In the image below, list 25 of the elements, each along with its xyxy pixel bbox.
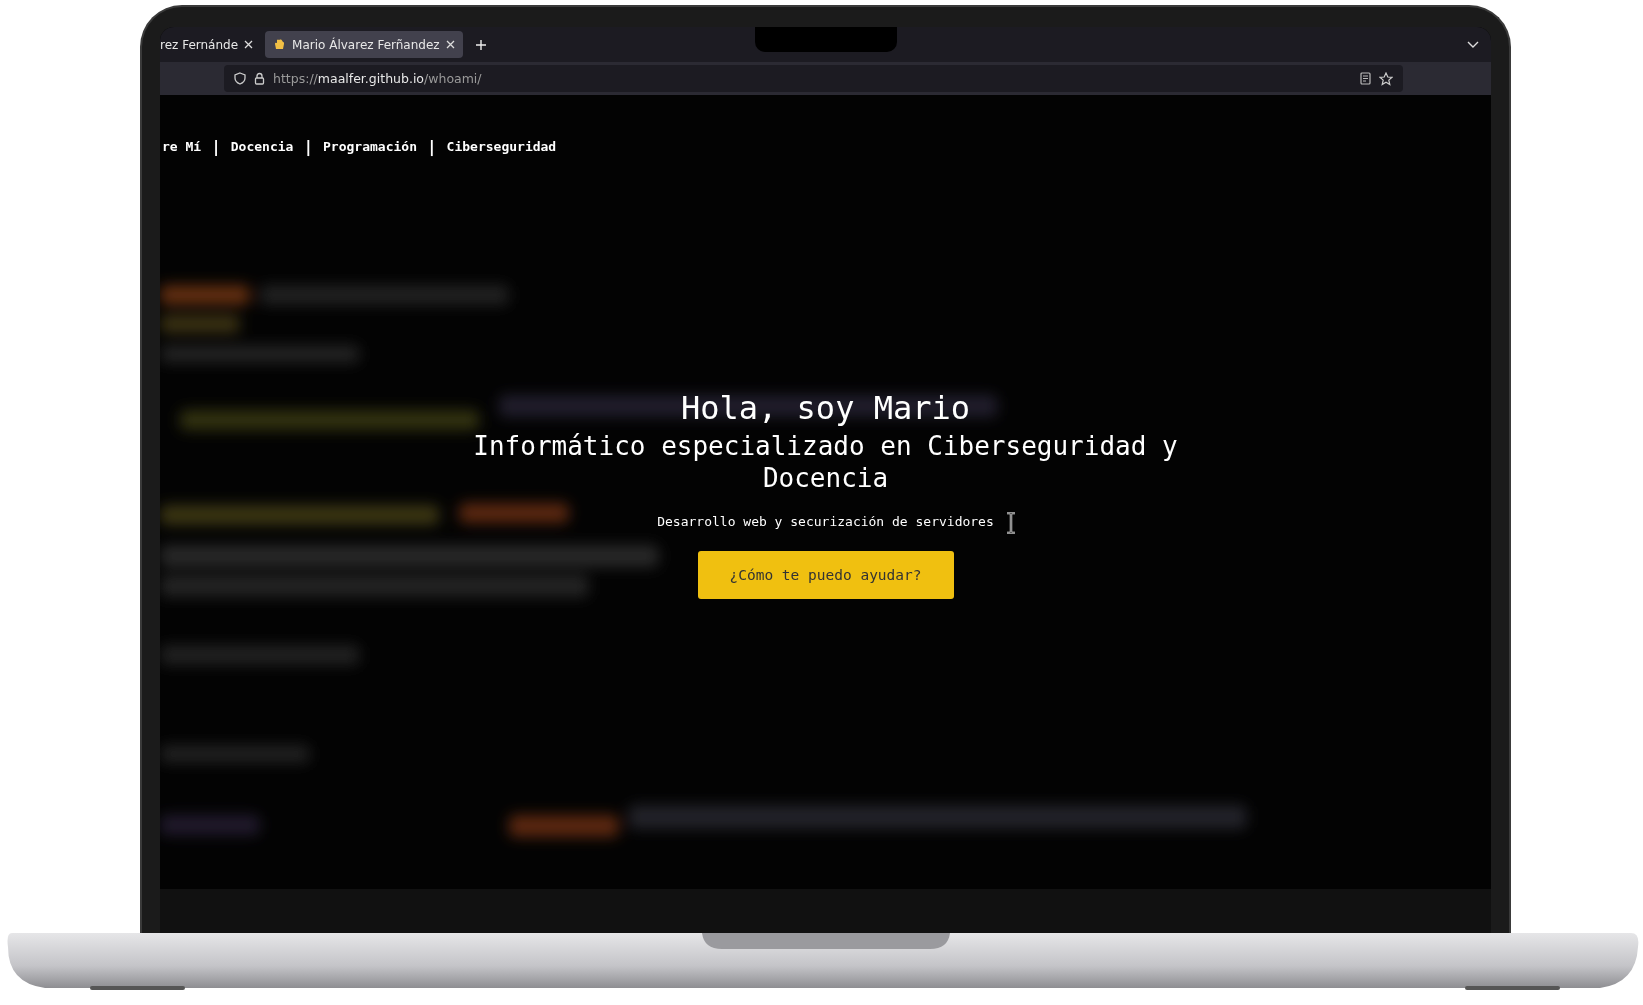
hero-tagline: Desarrollo web y securización de servidores: [657, 514, 994, 529]
nav-link[interactable]: Programación: [323, 139, 417, 154]
nav-separator: |: [426, 137, 437, 156]
reader-view-icon[interactable]: [1360, 72, 1371, 85]
star-icon[interactable]: [1379, 71, 1393, 86]
nav-separator: |: [211, 137, 221, 156]
waving-hand-icon: [273, 38, 287, 51]
browser-tab[interactable]: Mario Álvarez Ferñandez: [265, 31, 463, 58]
hero-title: Hola, soy Mario: [681, 388, 970, 428]
address-bar[interactable]: https://maalfer.github.io/whoami/: [224, 65, 1403, 92]
nav-link[interactable]: Docencia: [230, 139, 294, 154]
nav-link[interactable]: re Mí: [162, 139, 202, 154]
nav-separator: |: [303, 137, 314, 156]
help-button[interactable]: ¿Cómo te puedo ayudar?: [697, 551, 954, 599]
new-tab-icon[interactable]: [474, 38, 487, 51]
lock-icon[interactable]: [254, 72, 265, 85]
browser-tab[interactable]: rez Fernánde: [160, 31, 262, 58]
hero-subtitle: Informático especializado en Ciberseguridad y Docencia: [472, 430, 1179, 494]
close-icon[interactable]: [445, 40, 455, 49]
nav-link[interactable]: Ciberseguridad: [446, 139, 557, 154]
text-cursor-icon: [1005, 512, 1017, 534]
close-icon[interactable]: [244, 40, 254, 49]
chevron-down-icon[interactable]: [1467, 40, 1479, 49]
url-text: https://maalfer.github.io/whoami/: [273, 71, 482, 86]
shield-icon[interactable]: [234, 72, 246, 85]
